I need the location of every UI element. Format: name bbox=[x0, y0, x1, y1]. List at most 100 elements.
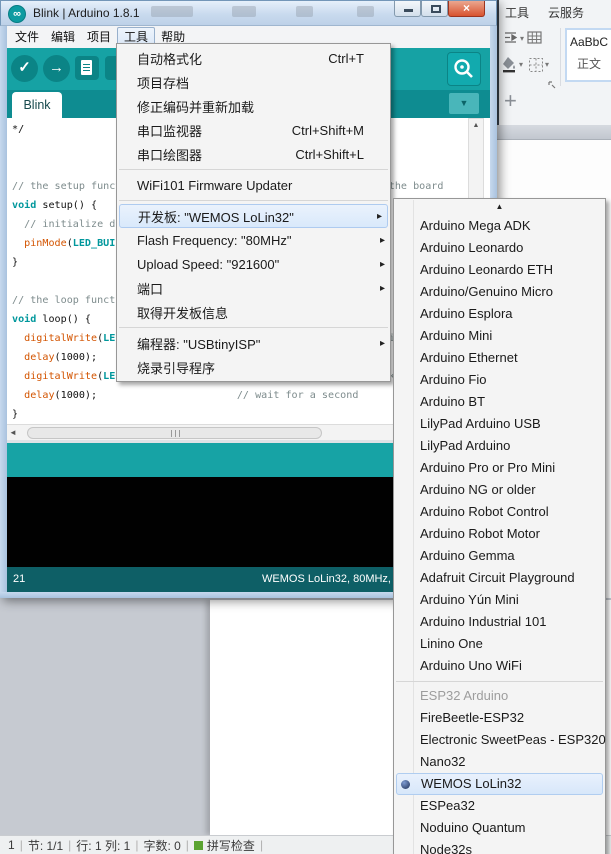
fill-color-icon[interactable] bbox=[501, 55, 518, 78]
board-menu-item[interactable]: Electronic SweetPeas - ESP320 bbox=[394, 729, 606, 751]
tools-menu-item[interactable]: 串口监视器 Ctrl+Shift+M bbox=[117, 118, 390, 142]
tab-blink[interactable]: Blink bbox=[12, 92, 62, 118]
submenu-scroll-up[interactable]: ▲ bbox=[394, 199, 605, 215]
menu-item-label: 串口监视器 bbox=[137, 123, 203, 139]
menu-item-label: 串口绘图器 bbox=[137, 147, 203, 163]
tools-menu-item[interactable]: 烧录引导程序 bbox=[117, 355, 390, 379]
table-icon[interactable] bbox=[527, 30, 543, 50]
spellcheck-toggle[interactable]: 拼写检查 bbox=[189, 837, 260, 854]
tools-menu-item[interactable]: 开发板: "WEMOS LoLin32" ▸ bbox=[119, 204, 388, 228]
window-frame-left bbox=[0, 26, 7, 598]
board-menu-item[interactable]: Node32s bbox=[394, 839, 605, 854]
board-menu-item[interactable]: ESPea32 bbox=[394, 795, 605, 817]
board-name-label: Arduino Leonardo bbox=[420, 240, 524, 255]
board-menu-item[interactable]: FireBeetle-ESP32 bbox=[394, 707, 605, 729]
ribbon-tab-cloud[interactable]: 云服务 bbox=[548, 4, 584, 21]
board-menu-item[interactable]: Arduino Robot Control bbox=[394, 501, 605, 523]
submenu-arrow-icon: ▸ bbox=[376, 210, 382, 222]
board-menu-item[interactable]: Arduino Mega ADK bbox=[394, 215, 605, 237]
indent-icon[interactable] bbox=[503, 30, 518, 50]
board-name-label: Linino One bbox=[420, 636, 483, 651]
board-menu-item[interactable]: Arduino Uno WiFi bbox=[394, 655, 605, 677]
minimize-button[interactable] bbox=[394, 1, 421, 17]
tools-menu-item[interactable]: Upload Speed: "921600" ▸ bbox=[117, 252, 390, 276]
maximize-icon bbox=[431, 5, 441, 13]
board-menu-item[interactable]: Arduino Leonardo ETH bbox=[394, 259, 605, 281]
board-name-label: Noduino Quantum bbox=[420, 820, 526, 835]
board-menu-item[interactable]: Arduino Yún Mini bbox=[394, 589, 605, 611]
tools-menu-item[interactable]: 自动格式化 Ctrl+T bbox=[117, 46, 390, 70]
board-menu-item[interactable]: LilyPad Arduino USB bbox=[394, 413, 605, 435]
menubar-item[interactable]: 项目 bbox=[81, 27, 117, 48]
board-name-label: Arduino/Genuino Micro bbox=[420, 284, 553, 299]
upload-button[interactable]: → bbox=[43, 55, 70, 82]
board-name-label: Nano32 bbox=[420, 754, 466, 769]
serial-monitor-button[interactable] bbox=[447, 52, 481, 86]
board-menu-item[interactable]: Adafruit Circuit Playground bbox=[394, 567, 605, 589]
board-menu-item[interactable]: LilyPad Arduino bbox=[394, 435, 605, 457]
menu-separator bbox=[117, 324, 390, 331]
ghost-artifact bbox=[296, 6, 313, 17]
board-name-label: Adafruit Circuit Playground bbox=[420, 570, 575, 585]
board-menu-item[interactable]: Arduino Leonardo bbox=[394, 237, 605, 259]
submenu-arrow-icon: ▸ bbox=[379, 337, 385, 349]
tools-menu-item[interactable]: Flash Frequency: "80MHz" ▸ bbox=[117, 228, 390, 252]
tools-menu-item[interactable]: 项目存档 bbox=[117, 70, 390, 94]
dialog-expander-icon[interactable] bbox=[548, 76, 556, 94]
chevron-down-icon[interactable]: ▾ bbox=[519, 60, 523, 69]
plus-icon[interactable]: + bbox=[504, 88, 517, 114]
borders-icon[interactable] bbox=[528, 57, 544, 78]
board-menu-item[interactable]: Arduino BT bbox=[394, 391, 605, 413]
board-menu-item[interactable]: Arduino Esplora bbox=[394, 303, 605, 325]
maximize-button[interactable] bbox=[421, 1, 448, 17]
tools-menu-item[interactable]: 串口绘图器 Ctrl+Shift+L bbox=[117, 142, 390, 166]
chevron-down-icon[interactable]: ▾ bbox=[545, 60, 549, 69]
board-menu-item[interactable]: Arduino/Genuino Micro bbox=[394, 281, 605, 303]
tab-menu-button[interactable]: ▼ bbox=[449, 93, 479, 114]
minimize-icon bbox=[404, 9, 413, 12]
tools-menu-item[interactable]: 端口 ▸ bbox=[117, 276, 390, 300]
scrollbar-thumb[interactable] bbox=[27, 427, 322, 439]
title-bar[interactable]: ∞ Blink | Arduino 1.8.1 × bbox=[0, 0, 497, 26]
new-sketch-button[interactable] bbox=[75, 56, 99, 80]
board-menu-item[interactable]: Arduino Pro or Pro Mini bbox=[394, 457, 605, 479]
tools-menu-item[interactable]: 编程器: "USBtinyISP" ▸ bbox=[117, 331, 390, 355]
ribbon-tab-tools[interactable]: 工具 bbox=[505, 4, 529, 21]
background-app-ribbon: 工具 云服务 ▾ ▾ ▾ AaBbC 正文 + bbox=[497, 0, 611, 140]
menu-item-label: 取得开发板信息 bbox=[137, 305, 229, 321]
menu-item-label: 自动格式化 bbox=[137, 51, 203, 67]
board-menu-item[interactable]: Arduino Ethernet bbox=[394, 347, 605, 369]
board-menu-item: ESP32 Arduino bbox=[394, 685, 605, 707]
menu-item-label: 编程器: "USBtinyISP" bbox=[137, 336, 261, 352]
close-button[interactable]: × bbox=[448, 1, 485, 17]
board-menu-item[interactable]: Arduino Mini bbox=[394, 325, 605, 347]
menu-item-label: Upload Speed: "921600" bbox=[137, 256, 280, 272]
style-preview[interactable]: AaBbC 正文 bbox=[565, 28, 611, 82]
menu-item-label: 开发板: "WEMOS LoLin32" bbox=[138, 209, 294, 225]
verify-button[interactable]: ✓ bbox=[11, 55, 38, 82]
style-sample-text: AaBbC bbox=[569, 35, 609, 49]
doc-status-segment: 字数: 0 bbox=[143, 838, 181, 853]
board-submenu: ▲ Arduino Mega ADK Arduino Leonardo Arduin… bbox=[393, 198, 606, 854]
board-menu-item[interactable]: Nano32 bbox=[394, 751, 605, 773]
board-name-label: Arduino Yún Mini bbox=[420, 592, 519, 607]
board-menu-item[interactable]: Noduino Quantum bbox=[394, 817, 605, 839]
board-name-label: Arduino Robot Control bbox=[420, 504, 549, 519]
tools-menu-item[interactable]: 修正编码并重新加载 bbox=[117, 94, 390, 118]
menubar-item[interactable]: 编辑 bbox=[45, 27, 81, 48]
menu-item-label: 烧录引导程序 bbox=[137, 360, 216, 376]
scroll-up-icon: ▲ bbox=[495, 202, 504, 211]
tools-menu-item[interactable]: 取得开发板信息 bbox=[117, 300, 390, 324]
board-menu-item[interactable]: Arduino NG or older bbox=[394, 479, 605, 501]
board-menu-item[interactable]: Arduino Robot Motor bbox=[394, 523, 605, 545]
ghost-artifact bbox=[357, 6, 374, 17]
board-menu-item[interactable]: Linino One bbox=[394, 633, 605, 655]
chevron-down-icon[interactable]: ▾ bbox=[520, 34, 524, 43]
tools-menu-item[interactable]: WiFi101 Firmware Updater bbox=[117, 173, 390, 197]
tools-menu: 自动格式化 Ctrl+T 项目存档 修正编码并重新加载 串口监视器 Ctrl+Shift+… bbox=[116, 43, 391, 382]
board-menu-item[interactable]: Arduino Gemma bbox=[394, 545, 605, 567]
board-menu-item[interactable]: Arduino Fio bbox=[394, 369, 605, 391]
board-menu-item[interactable]: Arduino Industrial 101 bbox=[394, 611, 605, 633]
board-menu-item[interactable]: WEMOS LoLin32 bbox=[396, 773, 603, 795]
menubar-item[interactable]: 文件 bbox=[9, 27, 45, 48]
